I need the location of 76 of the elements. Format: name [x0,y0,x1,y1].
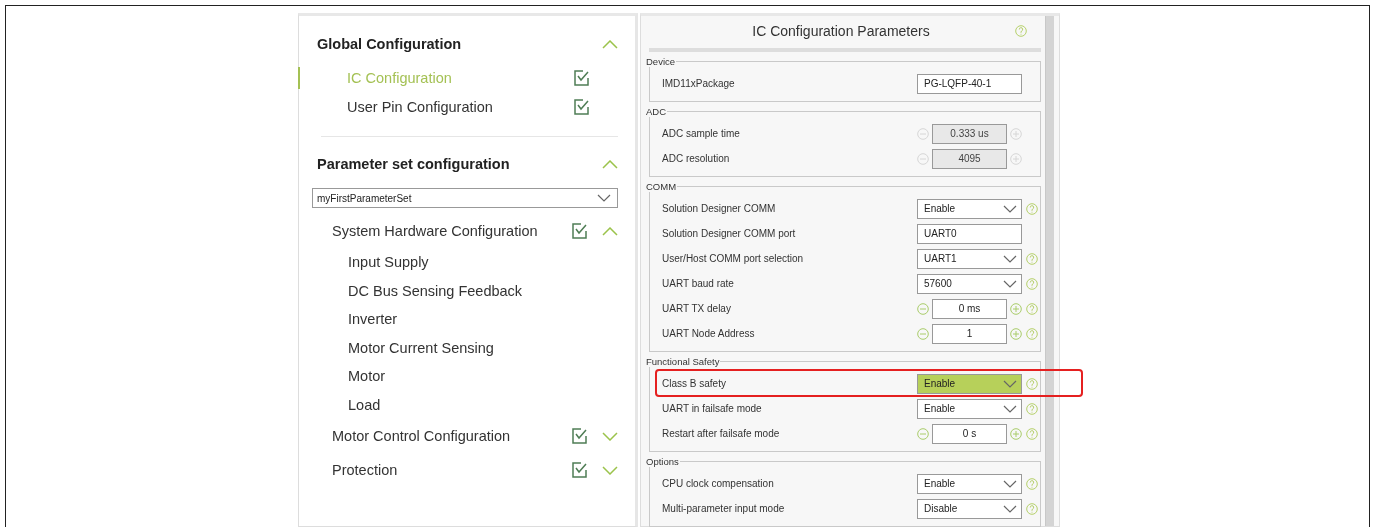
caret-icon [1003,204,1017,213]
nav-subitem[interactable]: Load [348,396,381,413]
scrollbar[interactable] [1045,16,1054,526]
parameter-label: Restart after failsafe mode [662,428,781,439]
dropdown[interactable]: UART1 [917,248,1022,269]
parameter-set-dropdown[interactable]: myFirstParameterSet [312,188,618,208]
section-title: Global Configuration [317,36,462,52]
help-icon[interactable] [1026,302,1038,315]
nav-group[interactable]: System Hardware Configuration [332,223,572,239]
caret-icon [1003,279,1017,288]
group-legend: Options [645,456,680,467]
text-field[interactable]: PG-LQFP-40-1 [917,73,1022,94]
text-field[interactable]: UART0 [917,223,1022,244]
nav-subitem[interactable]: Motor [348,368,386,385]
nav-subitem[interactable]: Input Supply [348,254,429,271]
caret-icon [1003,504,1017,513]
plus-circle-icon[interactable] [1010,427,1022,440]
nav-subitem[interactable]: DC Bus Sensing Feedback [348,282,523,299]
minus-circle-icon[interactable] [917,302,929,315]
help-icon[interactable] [1026,477,1038,490]
parameter-label: Solution Designer COMM port [662,228,797,239]
caret-icon [1003,404,1017,413]
chevron-up-icon[interactable] [602,226,618,236]
help-icon[interactable] [1026,277,1038,290]
minus-circle-icon[interactable] [917,327,929,340]
parameter-label: Solution Designer COMM [662,203,777,214]
group-legend: Device [645,56,677,67]
dropdown[interactable]: Enable [917,198,1022,219]
number-field[interactable]: 0 s [932,423,1007,444]
help-icon[interactable] [1015,24,1027,37]
panel-title: IC Configuration Parameters [751,22,931,39]
section-title: Parameter set configuration [317,156,510,172]
dropdown[interactable]: 57600 [917,273,1022,294]
caret-icon [1003,254,1017,263]
parameter-label: CPU clock compensation [662,478,775,489]
chevron-down-icon[interactable] [602,431,618,441]
caret-icon [1003,479,1017,488]
parameter-label: ADC sample time [662,128,741,139]
nav-group[interactable]: Motor Control Configuration [332,428,572,444]
group-legend: ADC [645,106,668,117]
parameter-label: Class B safety [662,378,727,389]
parameter-label: Multi-parameter input mode [662,503,786,514]
dropdown[interactable]: Enable [917,473,1022,494]
help-icon[interactable] [1026,377,1038,390]
help-icon[interactable] [1026,502,1038,515]
number-field[interactable]: 0 ms [932,298,1007,319]
help-icon[interactable] [1026,327,1038,340]
chevron-down-icon[interactable] [602,465,618,475]
dropdown[interactable]: Enable [917,373,1022,394]
help-icon[interactable] [1026,202,1038,215]
nav-subitem[interactable]: Motor Current Sensing [348,339,494,356]
chevron-up-icon[interactable] [602,39,618,49]
minus-circle-icon[interactable] [917,427,929,440]
parameter-label: UART TX delay [662,303,732,314]
help-icon[interactable] [1026,427,1038,440]
group-legend: Functional Safety [645,356,721,367]
parameter-label: User/Host COMM port selection [662,253,805,264]
help-icon[interactable] [1026,402,1038,415]
number-field[interactable]: 1 [932,323,1007,344]
parameter-label: IMD11xPackage [662,78,736,89]
nav-group[interactable]: Protection [332,462,572,478]
parameter-label: UART Node Address [662,328,756,339]
group-legend: COMM [645,181,678,192]
plus-circle-icon[interactable] [1010,327,1022,340]
dropdown[interactable]: Disable [917,498,1022,519]
parameter-label: UART in failsafe mode [662,403,763,414]
chevron-up-icon[interactable] [602,159,618,169]
caret-icon [597,194,611,202]
help-icon[interactable] [1026,252,1038,265]
caret-icon [1003,379,1017,388]
plus-circle-icon[interactable] [1010,302,1022,315]
parameter-label: ADC resolution [662,153,731,164]
dropdown[interactable]: Enable [917,398,1022,419]
nav-subitem[interactable]: Inverter [348,311,398,328]
nav-item[interactable]: User Pin Configuration [347,98,574,115]
parameter-label: UART baud rate [662,278,735,289]
